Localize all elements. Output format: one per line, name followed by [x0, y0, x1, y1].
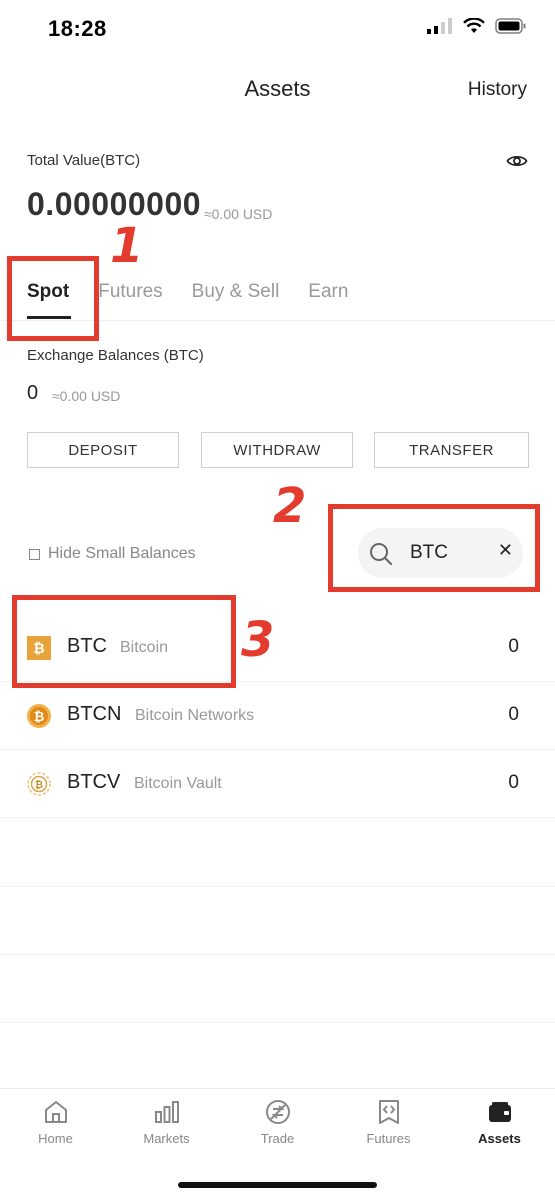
annotation-number-2: 2: [273, 478, 307, 534]
nav-label: Futures: [366, 1131, 411, 1146]
list-divider: [0, 886, 555, 887]
nav-markets[interactable]: Markets: [111, 1099, 222, 1146]
exchange-balance-value: 0: [27, 382, 39, 404]
wifi-icon: [463, 18, 485, 33]
nav-home[interactable]: Home: [0, 1099, 111, 1146]
wallet-icon: [488, 1102, 511, 1122]
coin-balance: 0: [508, 772, 519, 793]
coin-row-btcn[interactable]: ₿ BTCN Bitcoin Networks 0: [0, 682, 555, 750]
hide-small-balances-checkbox[interactable]: [29, 548, 40, 560]
annotation-number-3: 3: [241, 612, 275, 668]
tab-buy-sell[interactable]: Buy & Sell: [192, 281, 280, 303]
home-icon: [44, 1101, 67, 1123]
coin-symbol: BTCV: [67, 771, 121, 793]
total-value-label: Total Value(BTC): [27, 152, 141, 169]
nav-label: Home: [38, 1131, 73, 1146]
total-value-usd: ≈0.00 USD: [204, 206, 273, 222]
markets-icon: [154, 1101, 179, 1123]
trade-icon: [265, 1100, 290, 1124]
eye-icon[interactable]: [506, 150, 528, 177]
annotation-number-1: 1: [110, 218, 144, 274]
btcn-icon: ₿: [27, 704, 51, 728]
svg-text:₿: ₿: [35, 779, 43, 791]
btcv-icon: ₿: [27, 772, 51, 796]
annotation-box-2: [328, 504, 540, 592]
exchange-balances-label: Exchange Balances (BTC): [27, 347, 204, 364]
row-divider: [0, 817, 555, 818]
battery-icon: [495, 18, 526, 34]
home-indicator: [178, 1182, 377, 1188]
status-time: 18:28: [48, 16, 107, 41]
coin-balance: 0: [508, 636, 519, 657]
tab-earn[interactable]: Earn: [308, 281, 348, 303]
coin-symbol: BTCN: [67, 703, 122, 725]
status-icons: [427, 18, 527, 34]
annotation-box-3: [12, 595, 236, 688]
withdraw-button[interactable]: WITHDRAW: [201, 432, 353, 468]
annotation-box-1: [7, 256, 99, 341]
history-link[interactable]: History: [468, 79, 527, 101]
exchange-balance-usd: ≈0.00 USD: [52, 388, 121, 404]
nav-label: Assets: [478, 1131, 521, 1146]
svg-text:₿: ₿: [34, 710, 45, 725]
deposit-button[interactable]: DEPOSIT: [27, 432, 179, 468]
coin-name: Bitcoin Networks: [135, 707, 255, 724]
nav-assets[interactable]: Assets: [444, 1099, 555, 1146]
nav-trade[interactable]: Trade: [222, 1099, 333, 1146]
coin-balance: 0: [508, 704, 519, 725]
hide-small-balances-toggle[interactable]: Hide Small Balances: [29, 545, 196, 563]
transfer-button[interactable]: TRANSFER: [374, 432, 529, 468]
signal-icon: [427, 18, 452, 34]
hide-small-balances-label: Hide Small Balances: [48, 545, 196, 562]
list-divider: [0, 954, 555, 955]
coin-name: Bitcoin Vault: [134, 775, 222, 792]
list-divider: [0, 1022, 555, 1023]
nav-futures[interactable]: Futures: [333, 1099, 444, 1146]
nav-label: Markets: [143, 1131, 190, 1146]
futures-icon: [378, 1100, 399, 1124]
tab-futures[interactable]: Futures: [98, 281, 162, 303]
coin-row-btcv[interactable]: ₿ BTCV Bitcoin Vault 0: [0, 750, 555, 818]
nav-label: Trade: [260, 1131, 295, 1146]
